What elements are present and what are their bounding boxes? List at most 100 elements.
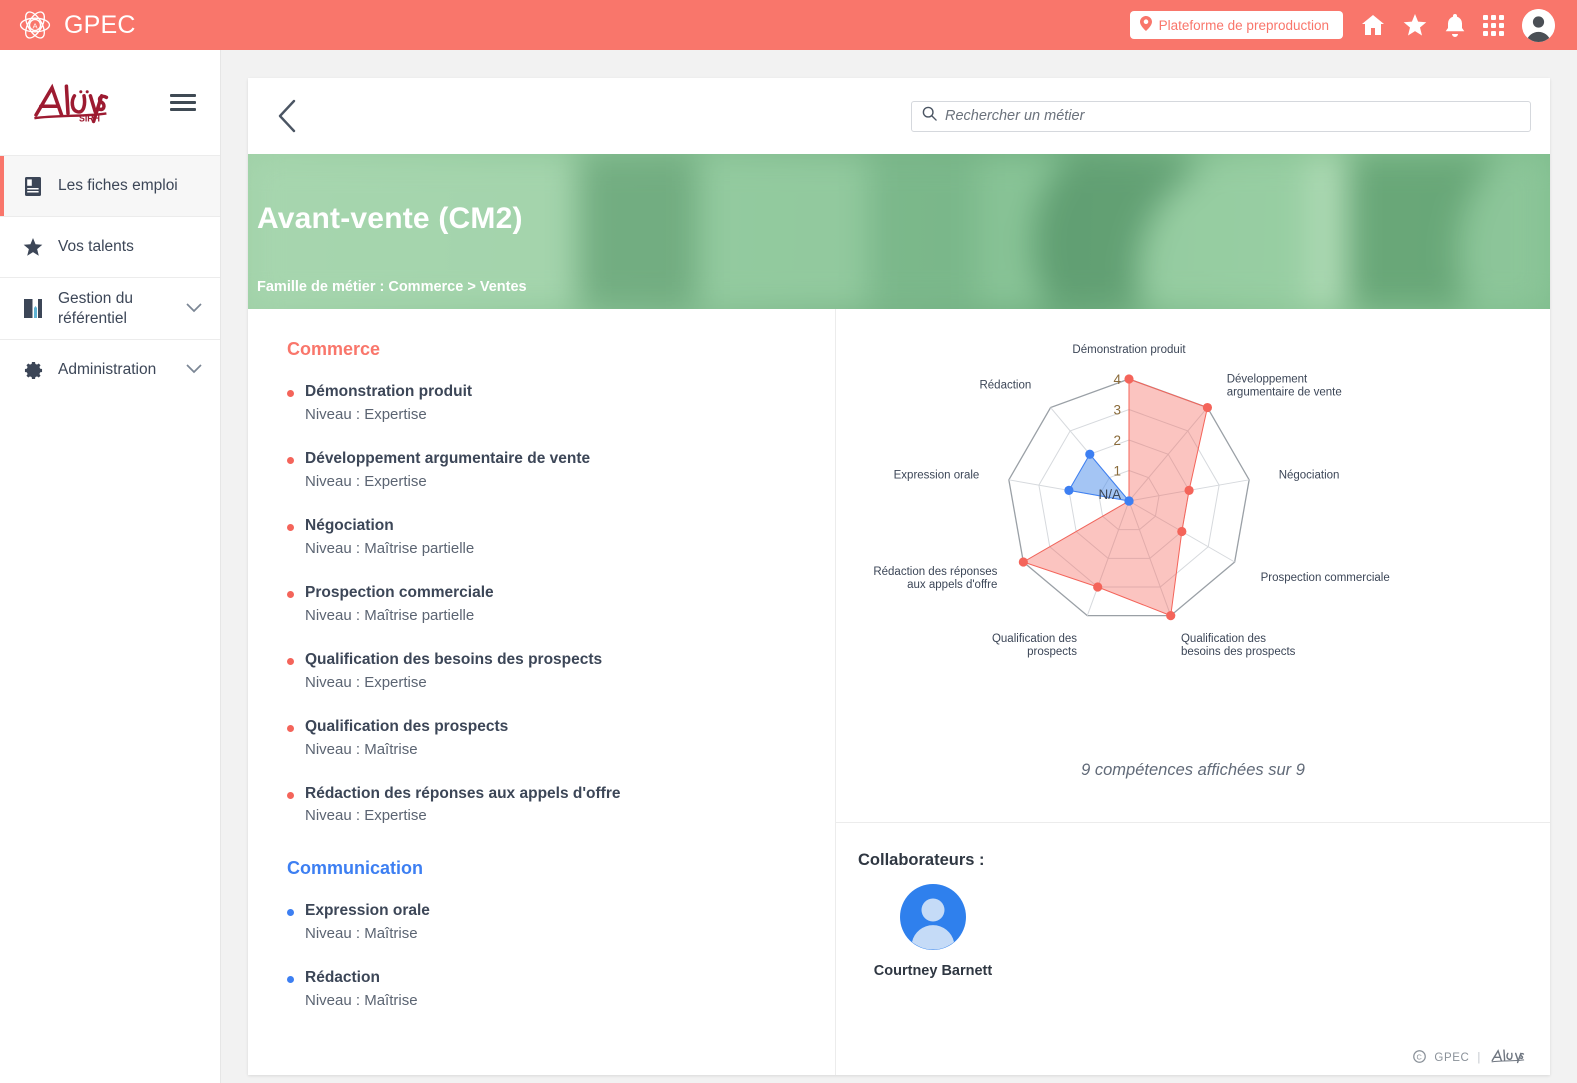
chevron-down-icon[interactable] bbox=[186, 361, 202, 379]
svg-text:Qualification des: Qualification des bbox=[1181, 633, 1266, 645]
bullet-icon bbox=[287, 523, 294, 531]
svg-text:Développement: Développement bbox=[1227, 374, 1308, 386]
svg-text:argumentaire de vente: argumentaire de vente bbox=[1227, 387, 1342, 399]
top-app-bar: A GPEC Plateforme de preproduction bbox=[0, 0, 1577, 50]
apps-grid-icon[interactable] bbox=[1483, 14, 1504, 36]
environment-badge-label: Plateforme de preproduction bbox=[1158, 17, 1329, 33]
skill-item[interactable]: Rédaction Niveau : Maîtrise bbox=[287, 968, 805, 1009]
skill-name: Démonstration produit bbox=[305, 383, 473, 400]
skills-panel: Commerce Démonstration produit Niveau : … bbox=[248, 309, 836, 1076]
competency-radar-chart[interactable]: N/A 1 2 3 4 Démonstration produit Développemen… bbox=[873, 335, 1513, 755]
bullet-icon bbox=[287, 590, 294, 598]
chevron-down-icon[interactable] bbox=[186, 300, 202, 318]
skill-level: Niveau : Maîtrise partielle bbox=[305, 606, 475, 624]
skill-item[interactable]: Prospection commerciale Niveau : Maîtris… bbox=[287, 583, 805, 624]
bullet-icon bbox=[287, 724, 294, 732]
svg-text:prospects: prospects bbox=[1027, 646, 1077, 658]
skill-item[interactable]: Qualification des besoins des prospects … bbox=[287, 650, 805, 691]
sidebar-item-label: Les fiches emploi bbox=[58, 177, 178, 195]
home-icon[interactable] bbox=[1361, 14, 1385, 36]
sidebar-item-label: Administration bbox=[58, 361, 157, 379]
back-button[interactable] bbox=[267, 96, 307, 136]
svg-text:N/A: N/A bbox=[1098, 487, 1121, 502]
svg-text:2: 2 bbox=[1113, 433, 1121, 448]
location-pin-icon bbox=[1139, 16, 1152, 34]
hamburger-menu-icon[interactable] bbox=[170, 94, 196, 111]
sidebar-header: SIRH bbox=[0, 50, 220, 155]
gear-icon bbox=[22, 361, 44, 380]
skill-level: Niveau : Maîtrise bbox=[305, 992, 418, 1010]
search-icon bbox=[922, 106, 937, 126]
skill-name: Expression orale bbox=[305, 902, 430, 920]
brand-title: GPEC bbox=[64, 10, 136, 39]
radar-chart-area: N/A 1 2 3 4 Démonstration produit Développemen… bbox=[836, 309, 1550, 780]
sidebar-item-administration[interactable]: Administration bbox=[0, 339, 220, 400]
svg-text:A: A bbox=[32, 21, 38, 30]
card-body: Commerce Démonstration produit Niveau : … bbox=[248, 309, 1550, 1076]
skill-list-communication: Expression orale Niveau : Maîtrise Rédac… bbox=[287, 901, 805, 1009]
svg-text:Rédaction: Rédaction bbox=[979, 380, 1031, 392]
sidebar-item-label: Vos talents bbox=[58, 238, 134, 256]
skill-level: Niveau : Maîtrise bbox=[305, 740, 418, 758]
page-content: Avant-vente (CM2) Famille de métier : Co… bbox=[221, 50, 1577, 1083]
skill-level: Niveau : Maîtrise bbox=[305, 925, 418, 943]
svg-text:besoins des prospects: besoins des prospects bbox=[1181, 646, 1296, 658]
skill-item[interactable]: Négociation Niveau : Maîtrise partielle bbox=[287, 516, 805, 557]
footer-company-logo bbox=[1489, 1046, 1541, 1069]
collaborators-title: Collaborateurs : bbox=[858, 851, 985, 869]
sidebar-item-les-fiches-emploi[interactable]: Les fiches emploi bbox=[0, 155, 220, 216]
breadcrumb: Famille de métier : Commerce > Ventes bbox=[257, 279, 527, 295]
collaborator-card[interactable]: Courtney Barnett bbox=[858, 884, 1008, 979]
user-avatar-icon bbox=[900, 884, 966, 954]
skill-name: Rédaction des réponses aux appels d'offr… bbox=[305, 784, 621, 802]
sidebar-item-gestion-du-referentiel[interactable]: Gestion du référentiel bbox=[0, 277, 220, 339]
bell-icon[interactable] bbox=[1445, 13, 1465, 37]
skill-level: Niveau : Expertise bbox=[305, 807, 427, 825]
skill-name: Prospection commerciale bbox=[305, 583, 494, 601]
skill-name: Développement argumentaire de vente bbox=[305, 449, 591, 467]
skill-list-commerce: Démonstration produit Niveau : Expertise… bbox=[287, 382, 805, 824]
skill-item[interactable]: Qualification des prospects Niveau : Maî… bbox=[287, 717, 805, 758]
svg-text:3: 3 bbox=[1113, 403, 1121, 418]
skill-group-title-commerce: Commerce bbox=[287, 339, 381, 359]
skill-name: Qualification des besoins des prospects bbox=[305, 650, 603, 668]
user-avatar-icon[interactable] bbox=[1522, 8, 1555, 42]
skill-level: Niveau : Expertise bbox=[305, 405, 427, 423]
svg-text:Qualification des: Qualification des bbox=[992, 633, 1077, 645]
skill-name: Rédaction bbox=[305, 969, 380, 987]
svg-text:Expression orale: Expression orale bbox=[894, 470, 980, 482]
bullet-icon bbox=[287, 390, 294, 397]
svg-text:1: 1 bbox=[1113, 464, 1121, 479]
bullet-icon bbox=[287, 909, 294, 917]
copyright-icon: C bbox=[1413, 1049, 1427, 1066]
svg-text:Démonstration produit: Démonstration produit bbox=[1072, 344, 1186, 356]
altays-logo[interactable]: SIRH bbox=[28, 79, 124, 127]
skill-level: Niveau : Expertise bbox=[305, 472, 427, 490]
bullet-icon bbox=[287, 456, 294, 464]
skill-item[interactable]: Expression orale Niveau : Maîtrise bbox=[287, 901, 805, 942]
svg-text:Négociation: Négociation bbox=[1279, 470, 1340, 482]
svg-text:Prospection commerciale: Prospection commerciale bbox=[1261, 572, 1390, 584]
skill-item[interactable]: Développement argumentaire de vente Nive… bbox=[287, 449, 805, 490]
search-input[interactable] bbox=[945, 108, 1520, 124]
svg-text:Rédaction des réponses: Rédaction des réponses bbox=[873, 566, 997, 578]
skill-name: Qualification des prospects bbox=[305, 717, 509, 735]
brand[interactable]: A GPEC bbox=[18, 8, 136, 42]
bullet-icon bbox=[287, 657, 294, 665]
sidebar: SIRH Les fiches emploi Vos talents Gesti… bbox=[0, 50, 221, 1083]
footer-product: GPEC bbox=[1434, 1051, 1470, 1064]
skill-name: Négociation bbox=[305, 516, 394, 534]
svg-text:SIRH: SIRH bbox=[79, 113, 100, 123]
star-icon[interactable] bbox=[1403, 13, 1427, 37]
page-title: Avant-vente (CM2) bbox=[257, 202, 523, 235]
search-box[interactable] bbox=[911, 100, 1531, 132]
collaborators-section: Collaborateurs : Courtney Barnett bbox=[836, 823, 1550, 979]
skill-item[interactable]: Démonstration produit Niveau : Expertise bbox=[287, 382, 805, 423]
skill-item[interactable]: Rédaction des réponses aux appels d'offr… bbox=[287, 784, 805, 825]
sidebar-item-vos-talents[interactable]: Vos talents bbox=[0, 216, 220, 277]
atom-logo-icon: A bbox=[18, 8, 52, 42]
document-icon bbox=[22, 176, 44, 196]
skill-level: Niveau : Maîtrise partielle bbox=[305, 539, 475, 557]
footer-separator: | bbox=[1477, 1051, 1481, 1064]
svg-text:C: C bbox=[1417, 1052, 1423, 1061]
